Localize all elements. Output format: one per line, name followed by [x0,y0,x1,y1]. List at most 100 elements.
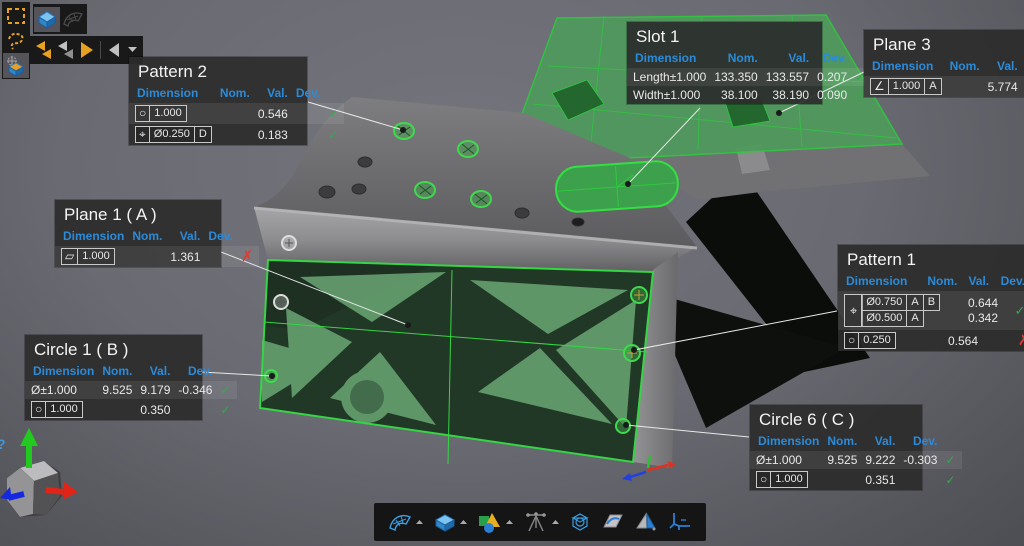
status-pass-icon: ✓ [1012,303,1024,319]
callout-plane-3[interactable]: Plane 3 DimensionNom.Val.Dev. ∠1.000A 5.… [864,30,1024,97]
clipping-plane-button[interactable] [601,510,625,534]
circularity-symbol-icon: ○ [31,401,46,418]
callout-header-row: DimensionNom.Val.Dev. [750,433,962,451]
lasso-select-button[interactable] [3,28,29,53]
measurement-row: ▱1.000 1.361 ✗ [55,246,259,267]
pick-element-button[interactable] [3,53,29,78]
mesh-display-button[interactable] [387,510,424,534]
measurement-row: ⌖Ø0.250D 0.183 ✓ [129,124,344,145]
callout-title: Plane 1 ( A ) [55,200,221,228]
step-back-button[interactable] [103,38,125,62]
gdt-frame-circularity: ○1.000 [756,471,808,488]
callout-plane-1[interactable]: Plane 1 ( A ) DimensionNom.Val.Dev. ▱1.0… [55,200,221,267]
gdt-frame-circularity: ○0.250 [844,332,896,349]
wireframe-mesh-icon [62,8,84,30]
primitives-display-button[interactable] [477,510,514,534]
angularity-symbol-icon: ∠ [870,78,889,95]
lasso-select-icon [6,31,26,51]
previous-step-button[interactable] [54,38,76,62]
gdt-frame-composite-position: ⌖ Ø0.750AB Ø0.500A [844,294,940,327]
measurement-row: ○0.250 0.564 ✗ [838,330,1024,351]
primitives-display-icon [477,510,503,534]
measurement-row: ○1.000 0.350 ✓ [25,399,237,420]
object-display-icon [433,510,457,534]
cube-y-axis-arrow [20,428,38,468]
selection-toolbar [2,2,30,79]
previous-piece-button[interactable] [32,38,54,62]
bounding-box-button[interactable] [568,510,592,534]
callout-pattern-2[interactable]: Pattern 2 DimensionNom.Val.Dev. ○1.000 0… [129,57,307,145]
display-options-toolbar [374,503,706,541]
callout-pattern-1[interactable]: Pattern 1 DimensionNom.Val.Dev. ⌖ Ø0.750… [838,245,1024,351]
coordinate-axes-icon [667,510,693,534]
callout-title: Circle 1 ( B ) [25,335,202,363]
composite-value-1: 0.644 [968,296,998,311]
status-pass-icon: ✓ [324,103,344,124]
rectangle-select-icon [6,7,26,25]
menu-caret-icon [460,519,468,525]
callout-header-row: DimensionNom.Val.Dev. [864,58,1024,76]
previous-piece-icon [33,40,53,60]
gdt-frame-circularity: ○1.000 [135,105,187,122]
callout-header-row: DimensionNom.Val.Dev. [55,228,259,246]
callout-title: Slot 1 [627,22,822,50]
callout-title: Circle 6 ( C ) [750,405,922,433]
shaded-object-button[interactable] [34,7,60,32]
mirror-plane-button[interactable] [634,510,658,534]
circularity-symbol-icon: ○ [844,332,859,349]
device-position-button[interactable] [523,510,560,534]
gdt-frame-angularity: ∠1.000A [870,78,942,95]
callout-header-row: DimensionNom.Val.Dev. [838,273,1024,291]
measurement-row-composite: ⌖ Ø0.750AB Ø0.500A 0.644 0.342 ✓ [838,291,1024,330]
play-button[interactable] [76,38,98,62]
measured-slot [555,160,680,213]
callout-title: Plane 3 [864,30,1024,58]
measurement-row: ○1.000 0.351 ✓ [750,469,962,490]
step-back-icon [107,42,121,58]
position-symbol-icon: ⌖ [135,126,150,143]
status-pass-icon: ✓ [216,399,236,420]
status-pass-icon: ✓ [941,451,961,469]
view-orientation-cube[interactable] [0,428,78,517]
measurement-row: ○1.000 0.546 ✓ [129,103,344,124]
toolbar-separator [100,41,101,59]
rectangle-select-button[interactable] [3,3,29,28]
callout-slot-1[interactable]: Slot 1 DimensionNom.Val.Dev. Length±1.00… [627,22,822,104]
callout-circle-6[interactable]: Circle 6 ( C ) DimensionNom.Val.Dev. Ø±1… [750,405,922,490]
callout-header-row: DimensionNom.Val.Dev. [25,363,237,381]
device-position-icon [523,510,549,534]
composite-value-2: 0.342 [968,311,998,326]
measurement-row: Ø±1.000 9.5259.222-0.303 ✓ [750,451,962,469]
status-pass-icon: ✓ [216,381,236,399]
bounding-box-icon [568,510,592,534]
measurement-row: Width±1.000 38.10038.1900.090 ✓ [627,86,871,104]
clipped-help-glyph: ? [0,436,6,452]
sequence-navigation-toolbar [30,36,143,64]
pick-element-icon [5,55,27,77]
previous-step-icon [55,40,75,60]
circularity-symbol-icon: ○ [756,471,771,488]
measurement-row: Length±1.000 133.350133.5570.207 ✓ [627,68,871,86]
gdt-frame-position: ⌖Ø0.250D [135,126,212,143]
circularity-symbol-icon: ○ [135,105,150,122]
wireframe-mesh-button[interactable] [60,7,86,32]
mirror-plane-icon [634,510,658,534]
status-pass-icon: ✓ [324,124,344,145]
flatness-symbol-icon: ▱ [61,248,78,265]
menu-caret-icon [416,519,424,525]
play-icon [79,41,95,59]
coordinate-axes-button[interactable] [667,510,693,534]
object-display-button[interactable] [433,510,468,534]
gdt-frame-circularity: ○1.000 [31,401,83,418]
status-fail-icon: ✗ [237,246,260,267]
menu-caret-icon [506,519,514,525]
gdt-frame-flatness: ▱1.000 [61,248,115,265]
callout-circle-1[interactable]: Circle 1 ( B ) DimensionNom.Val.Dev. Ø±1… [25,335,202,420]
callout-header-row: DimensionNom.Val.Dev. [129,85,344,103]
menu-caret-icon [552,519,560,525]
mesh-display-icon [387,510,413,534]
front-measured-face [260,236,676,481]
shaded-object-icon [36,8,58,30]
measurement-row: ∠1.000A 5.774 [864,76,1024,97]
callout-title: Pattern 2 [129,57,307,85]
